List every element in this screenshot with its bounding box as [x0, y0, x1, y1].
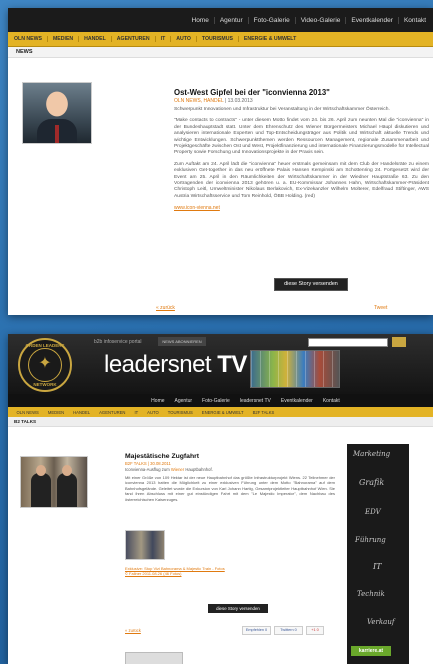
ad-word: Führung [355, 536, 386, 544]
cat-tourismus[interactable]: TOURISMUS [163, 410, 197, 415]
cat-handel[interactable]: HANDEL [78, 36, 111, 42]
subtitle-link[interactable]: Wiener [171, 467, 184, 472]
twitter-button[interactable]: Twittern 0 [274, 626, 303, 635]
cat-auto[interactable]: AUTO [143, 410, 164, 415]
article-categories[interactable]: OLN NEWS, HANDEL [174, 98, 224, 104]
ad-word: Grafik [359, 478, 385, 487]
nav-agentur[interactable]: Agentur [170, 398, 198, 404]
article-photo [22, 82, 92, 144]
section-title: B2 TALKS [8, 417, 433, 427]
newsletter-button[interactable]: NEWS ABONNIEREN [158, 337, 206, 346]
category-navigation: OLN NEWS MEDIEN HANDEL AGENTUREN IT AUTO… [8, 407, 433, 417]
search-input[interactable] [308, 338, 388, 347]
back-link[interactable]: « zurück [125, 628, 141, 633]
next-content-placeholder [125, 652, 183, 664]
nav-eventkalender[interactable]: Eventkalender [276, 398, 318, 404]
article-content: Majestätische Zugfahrt B2F TALKS | 30.08… [125, 453, 335, 502]
article-meta: OLN NEWS, HANDEL | 13.03.2013 [174, 98, 429, 104]
ad-word: Technik [357, 590, 385, 598]
back-link[interactable]: « zurück [156, 305, 175, 311]
nav-home[interactable]: Home [146, 398, 169, 404]
network-emblem-icon[interactable]: ORDEN LEADERS ✦ NETWORK [18, 338, 72, 392]
ad-word: Marketing [353, 450, 391, 458]
logo-tv: TV [217, 351, 247, 378]
karriere-logo[interactable]: karriere.at [351, 646, 391, 656]
portal-link[interactable]: b2b infoservice portal [94, 339, 142, 345]
screenshot-leadersnet-tv: ORDEN LEADERS ✦ NETWORK b2b infoservice … [8, 334, 433, 664]
external-link[interactable]: www.icon-vienna.net [174, 205, 429, 211]
article-photo [20, 456, 88, 508]
cat-agenturen[interactable]: AGENTUREN [95, 410, 130, 415]
subtitle-prefix: Iconvienna-Ausflug zum [125, 467, 170, 472]
nav-kontakt[interactable]: Kontakt [318, 398, 345, 404]
cat-medien[interactable]: MEDIEN [43, 410, 68, 415]
nav-home[interactable]: Home [187, 17, 214, 24]
ad-word: Verkauf [367, 618, 395, 626]
article-lead: Schwerpunkt Innovationen und Infrastrukt… [174, 107, 390, 112]
section-title: NEWS [8, 47, 433, 58]
cat-medien[interactable]: MEDIEN [46, 36, 78, 42]
google-plus-button[interactable]: +1 0 [306, 626, 324, 635]
site-logo[interactable]: leadersnet TV [104, 351, 247, 379]
gallery-thumbnail[interactable] [125, 530, 165, 560]
subtitle-suffix: Hauptbahnhof. [185, 467, 213, 472]
gallery-link[interactable]: Exklusive: Stop Vizi Bahnorama & Majesti… [125, 566, 225, 576]
cat-oln-news[interactable]: OLN NEWS [12, 36, 47, 42]
cat-auto[interactable]: AUTO [170, 36, 196, 42]
article-paragraph: Zum Auftakt am 24. April lädt die "iconv… [174, 161, 429, 199]
nav-agentur[interactable]: Agentur [213, 16, 248, 24]
article-paragraph: Mit einer Größe von 109 Hektar ist der n… [125, 475, 335, 502]
send-story-button[interactable]: diese Story versenden [208, 604, 268, 613]
article-title: Ost-West Gipfel bei der "iconvienna 2013… [174, 88, 330, 97]
cat-it[interactable]: IT [130, 410, 143, 415]
screenshot-oln-news: Home Agentur Foto-Galerie Video-Galerie … [8, 8, 433, 315]
article-subtitle: Iconvienna-Ausflug zum Wiener Hauptbahnh… [125, 467, 335, 472]
cat-energie-umwelt[interactable]: ENERGIE & UMWELT [197, 410, 248, 415]
category-navigation: OLN NEWS MEDIEN HANDEL AGENTUREN IT AUTO… [8, 32, 433, 47]
search-button[interactable] [392, 337, 406, 347]
article-paragraph: "Make contacts to contracts" - unter die… [174, 118, 429, 156]
facebook-like-button[interactable]: Empfehlen 0 [242, 626, 271, 635]
main-navigation: Home Agentur Foto-Galerie leadersnet TV … [8, 394, 433, 407]
emblem-bottom-text: NETWORK [33, 382, 57, 387]
nav-kontakt[interactable]: Kontakt [397, 16, 431, 24]
video-banner[interactable] [250, 350, 340, 388]
send-story-button[interactable]: diese Story versenden [274, 278, 348, 291]
cat-oln-news[interactable]: OLN NEWS [12, 410, 43, 415]
cat-b2f-talks[interactable]: B2F TALKS [248, 410, 279, 415]
nav-video-galerie[interactable]: Video-Galerie [294, 16, 346, 24]
nav-foto-galerie[interactable]: Foto-Galerie [247, 16, 295, 24]
job-advertisement[interactable]: Marketing Grafik EDV Führung IT Technik … [347, 444, 409, 664]
site-header: ORDEN LEADERS ✦ NETWORK b2b infoservice … [8, 334, 433, 394]
article-content: Ost-West Gipfel bei der "iconvienna 2013… [174, 88, 429, 211]
cat-agenturen[interactable]: AGENTUREN [110, 36, 155, 42]
cat-tourismus[interactable]: TOURISMUS [195, 36, 238, 42]
nav-eventkalender[interactable]: Eventkalender [345, 16, 398, 24]
article-meta[interactable]: B2F TALKS | 30.08.2011 [125, 461, 335, 466]
ad-word: IT [373, 562, 382, 571]
article-date: | 13.03.2013 [224, 98, 253, 104]
nav-foto-galerie[interactable]: Foto-Galerie [197, 398, 235, 404]
cat-handel[interactable]: HANDEL [69, 410, 95, 415]
ad-word: EDV [365, 508, 381, 516]
cat-it[interactable]: IT [154, 36, 171, 42]
tweet-button[interactable]: Tweet [374, 305, 387, 311]
article-title: Majestätische Zugfahrt [125, 453, 200, 460]
top-navigation: Home Agentur Foto-Galerie Video-Galerie … [8, 8, 433, 32]
cat-energie-umwelt[interactable]: ENERGIE & UMWELT [237, 36, 301, 42]
nav-leadersnet-tv[interactable]: leadersnet TV [235, 398, 276, 404]
logo-text: leadersnet [104, 351, 212, 378]
